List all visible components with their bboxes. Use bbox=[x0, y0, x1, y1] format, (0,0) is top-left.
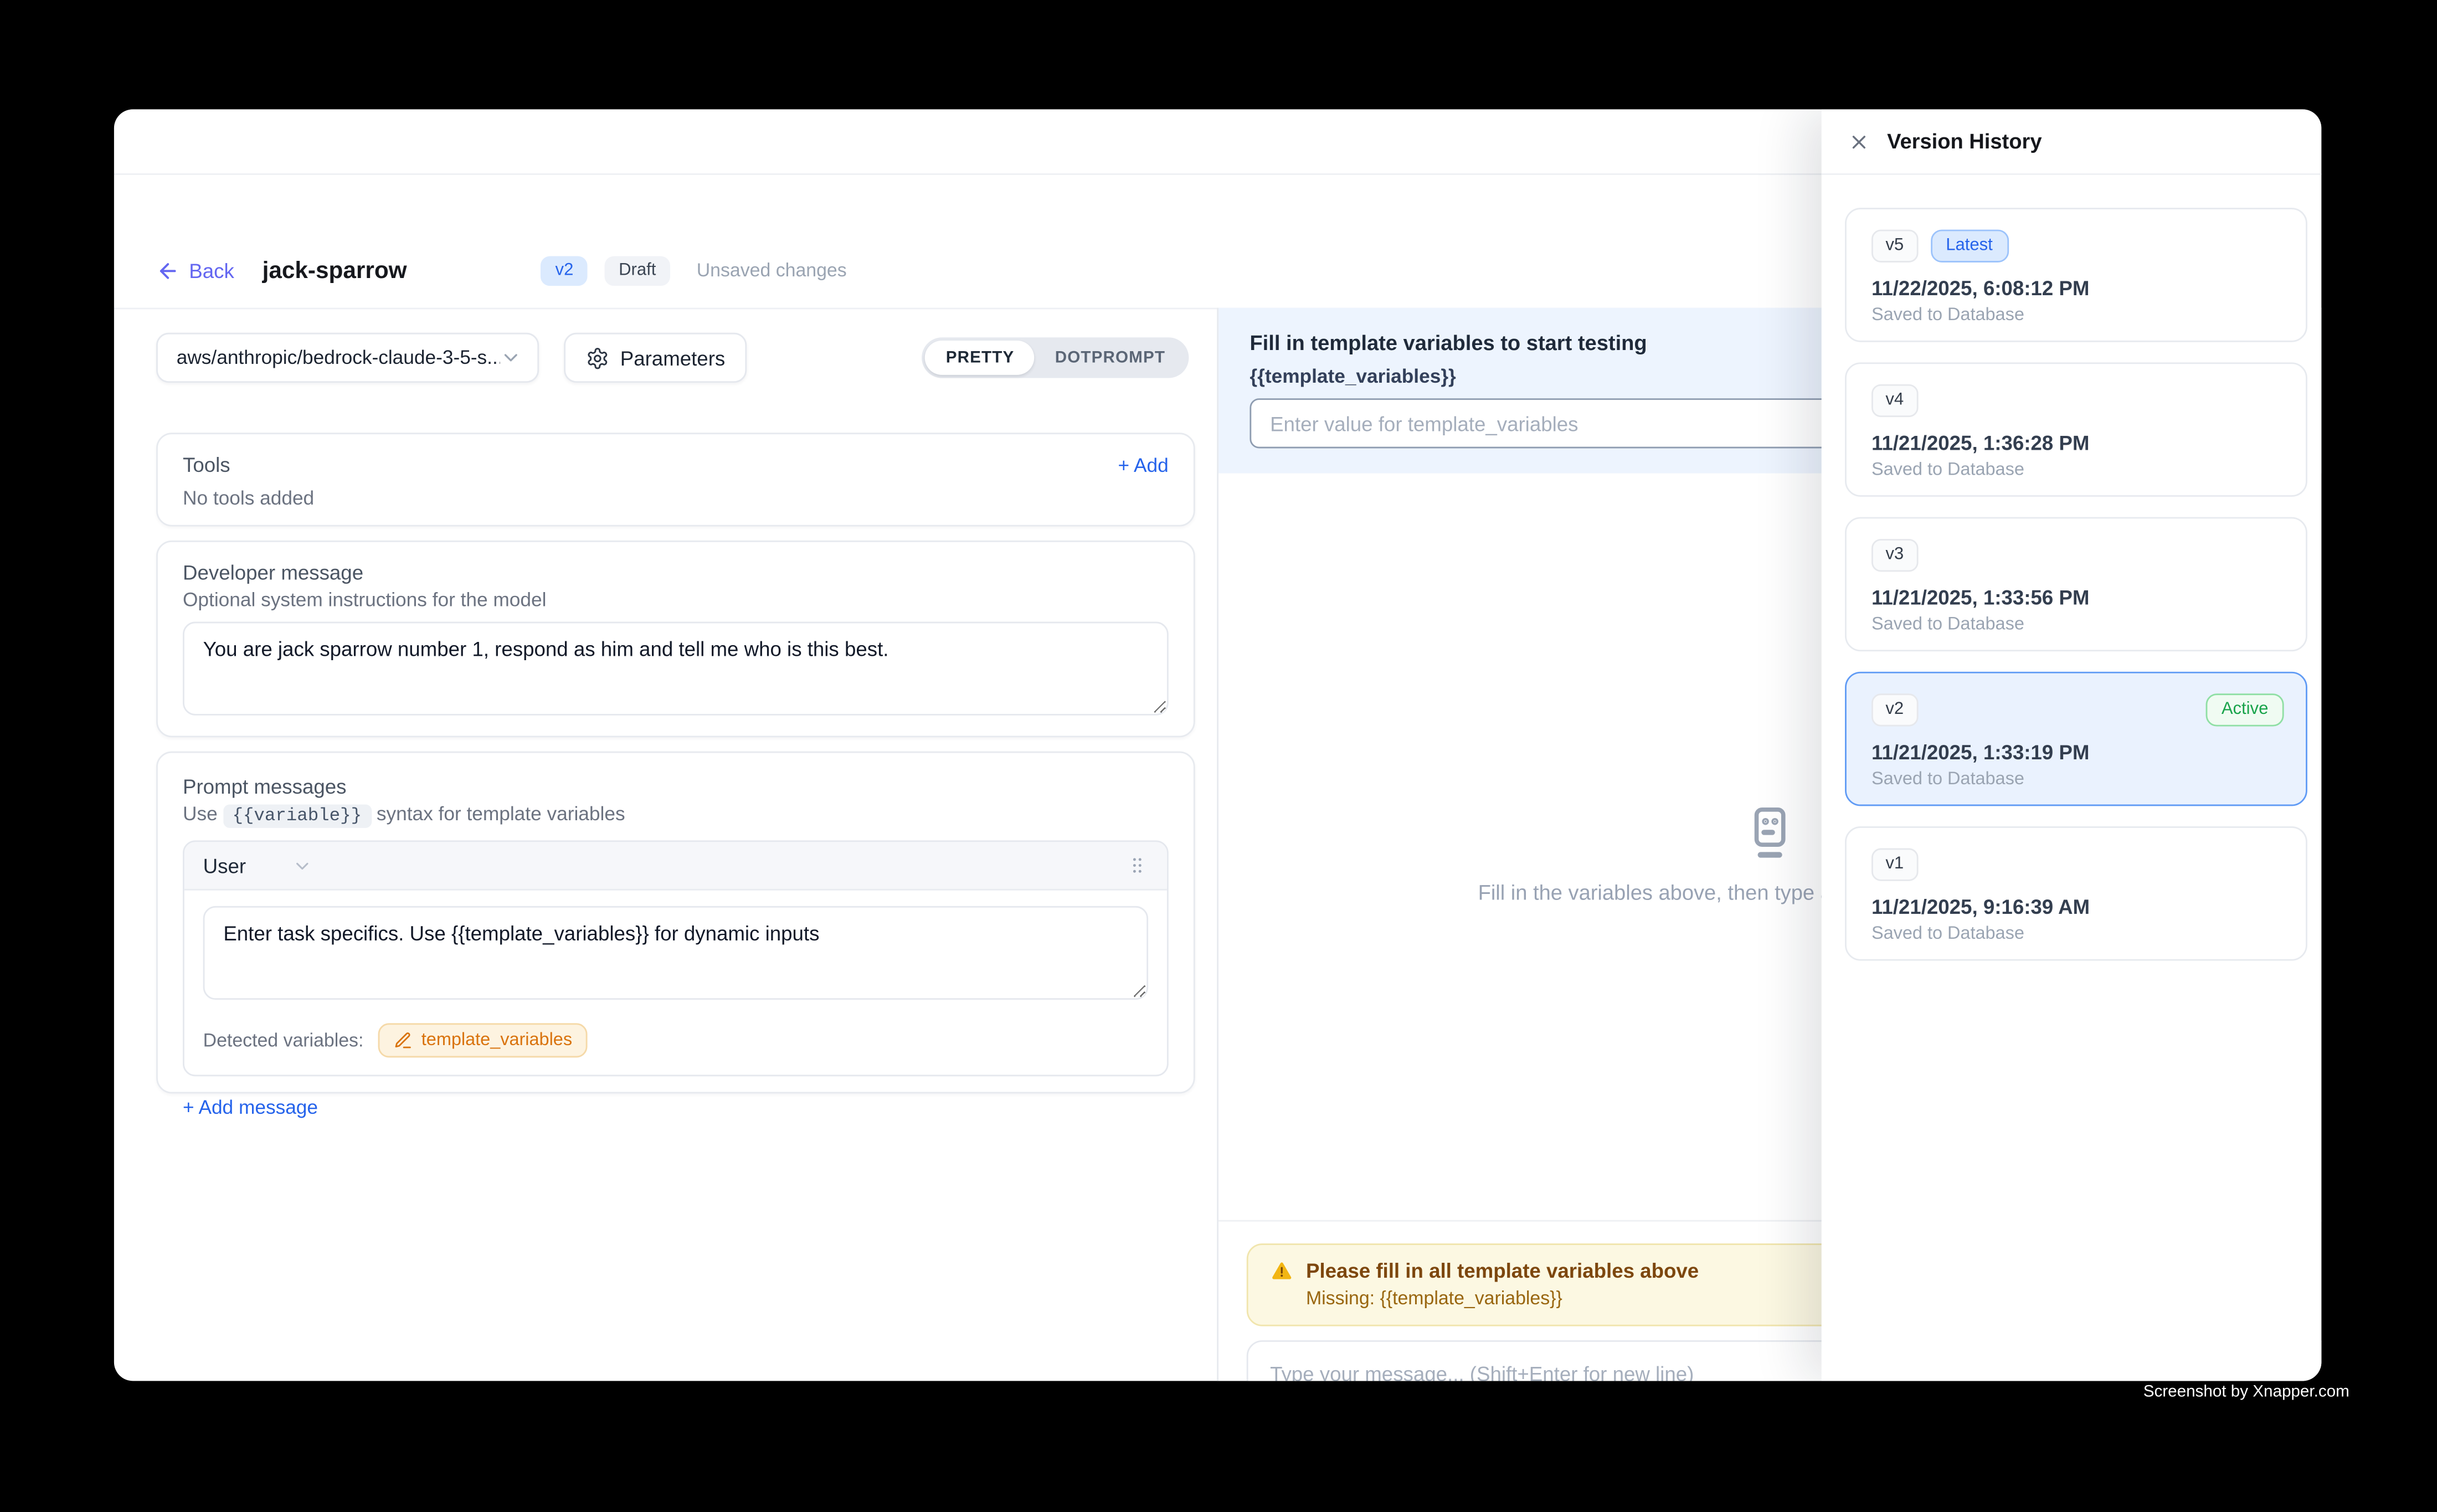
app-window: Back jack-sparrow v2 Draft Unsaved chang… bbox=[114, 109, 2321, 1381]
version-status: Saved to Database bbox=[1872, 925, 2281, 944]
view-mode-toggle: PRETTY DOTPROMPT bbox=[922, 337, 1189, 378]
version-history-title: Version History bbox=[1887, 130, 2042, 153]
chevron-down-icon[interactable] bbox=[293, 855, 313, 876]
model-select-value: aws/anthropic/bedrock-claude-3-5-s... bbox=[177, 347, 500, 368]
version-card-v2-active[interactable]: v2 Active 11/21/2025, 1:33:19 PM Saved t… bbox=[1845, 672, 2307, 806]
warning-triangle-icon bbox=[1270, 1259, 1293, 1282]
add-tool-button[interactable]: + Add bbox=[1118, 454, 1169, 475]
version-number-badge: v3 bbox=[1872, 539, 1918, 572]
toggle-pretty[interactable]: PRETTY bbox=[926, 340, 1035, 376]
version-badge: v2 bbox=[541, 255, 588, 285]
close-icon[interactable] bbox=[1848, 131, 1870, 152]
syntax-hint-suffix: syntax for template variables bbox=[377, 803, 625, 825]
active-badge: Active bbox=[2206, 693, 2284, 726]
syntax-hint: Use {{variable}} syntax for template var… bbox=[183, 803, 1169, 826]
developer-message-subtitle: Optional system instructions for the mod… bbox=[183, 589, 1169, 610]
pencil-icon bbox=[393, 1031, 412, 1050]
version-number-badge: v1 bbox=[1872, 848, 1918, 881]
gear-icon bbox=[586, 346, 609, 369]
drag-handle-icon[interactable] bbox=[1127, 855, 1148, 876]
watermark-text: Screenshot by Xnapper.com bbox=[2143, 1382, 2349, 1401]
unsaved-changes-text: Unsaved changes bbox=[697, 259, 847, 281]
toggle-dotprompt[interactable]: DOTPROMPT bbox=[1035, 340, 1186, 376]
version-number-badge: v2 bbox=[1872, 693, 1918, 726]
version-number-badge: v4 bbox=[1872, 384, 1918, 417]
page-header: Back jack-sparrow v2 Draft Unsaved chang… bbox=[156, 253, 847, 287]
version-date: 11/21/2025, 9:16:39 AM bbox=[1872, 895, 2281, 918]
parameters-label: Parameters bbox=[620, 346, 726, 369]
role-select[interactable]: User bbox=[203, 853, 246, 877]
version-status: Saved to Database bbox=[1872, 615, 2281, 634]
back-button[interactable]: Back bbox=[156, 259, 234, 282]
developer-message-title: Developer message bbox=[183, 561, 1169, 584]
developer-message-input[interactable]: You are jack sparrow number 1, respond a… bbox=[183, 622, 1169, 716]
version-history-header: Version History bbox=[1822, 109, 2322, 174]
version-status: Saved to Database bbox=[1872, 770, 2281, 789]
version-card-v1[interactable]: v1 11/21/2025, 9:16:39 AM Saved to Datab… bbox=[1845, 826, 2307, 961]
version-date: 11/21/2025, 1:33:19 PM bbox=[1872, 740, 2281, 764]
parameters-button[interactable]: Parameters bbox=[564, 333, 747, 383]
detected-variable-name: template_variables bbox=[421, 1031, 572, 1050]
back-label: Back bbox=[189, 259, 234, 282]
draft-status-badge: Draft bbox=[605, 255, 670, 285]
developer-message-card: Developer message Optional system instru… bbox=[156, 541, 1195, 737]
page-title: jack-sparrow bbox=[263, 257, 407, 284]
version-number-badge: v5 bbox=[1872, 230, 1918, 263]
version-date: 11/21/2025, 1:33:56 PM bbox=[1872, 586, 2281, 609]
prompt-message-input[interactable]: Enter task specifics. Use {{template_var… bbox=[203, 906, 1148, 1000]
detected-variable-badge[interactable]: template_variables bbox=[378, 1023, 588, 1057]
add-message-button[interactable]: + Add message bbox=[183, 1097, 1169, 1118]
message-role-bar: User bbox=[184, 842, 1167, 890]
prompt-message-block: User Enter task specifics. Use {{templat… bbox=[183, 840, 1169, 1076]
version-list: v5 Latest 11/22/2025, 6:08:12 PM Saved t… bbox=[1845, 208, 2307, 981]
version-date: 11/22/2025, 6:08:12 PM bbox=[1872, 276, 2281, 300]
version-card-v3[interactable]: v3 11/21/2025, 1:33:56 PM Saved to Datab… bbox=[1845, 517, 2307, 652]
chevron-down-icon bbox=[500, 347, 522, 368]
latest-badge: Latest bbox=[1930, 230, 2008, 263]
version-history-drawer: Version History v5 Latest 11/22/2025, 6:… bbox=[1822, 109, 2322, 1381]
tools-empty-text: No tools added bbox=[183, 487, 1169, 509]
screenshot-stage: Back jack-sparrow v2 Draft Unsaved chang… bbox=[0, 0, 2437, 1512]
warning-title: Please fill in all template variables ab… bbox=[1306, 1259, 1699, 1282]
tools-card: Tools + Add No tools added bbox=[156, 433, 1195, 526]
arrow-left-icon bbox=[156, 259, 179, 282]
syntax-hint-prefix: Use bbox=[183, 803, 218, 825]
model-toolbar: aws/anthropic/bedrock-claude-3-5-s... Pa… bbox=[156, 333, 1195, 383]
version-card-v4[interactable]: v4 11/21/2025, 1:36:28 PM Saved to Datab… bbox=[1845, 362, 2307, 497]
tools-title: Tools bbox=[183, 453, 230, 476]
variable-syntax-chip: {{variable}} bbox=[223, 805, 371, 828]
version-date: 11/21/2025, 1:36:28 PM bbox=[1872, 431, 2281, 454]
prompt-messages-title: Prompt messages bbox=[183, 775, 1169, 798]
editor-panel: aws/anthropic/bedrock-claude-3-5-s... Pa… bbox=[156, 333, 1195, 383]
detected-variables-label: Detected variables: bbox=[203, 1030, 364, 1051]
model-select[interactable]: aws/anthropic/bedrock-claude-3-5-s... bbox=[156, 333, 539, 383]
bot-icon bbox=[1740, 801, 1800, 864]
prompt-messages-card: Prompt messages Use {{variable}} syntax … bbox=[156, 752, 1195, 1094]
version-status: Saved to Database bbox=[1872, 306, 2281, 325]
version-card-v5[interactable]: v5 Latest 11/22/2025, 6:08:12 PM Saved t… bbox=[1845, 208, 2307, 342]
version-status: Saved to Database bbox=[1872, 461, 2281, 480]
